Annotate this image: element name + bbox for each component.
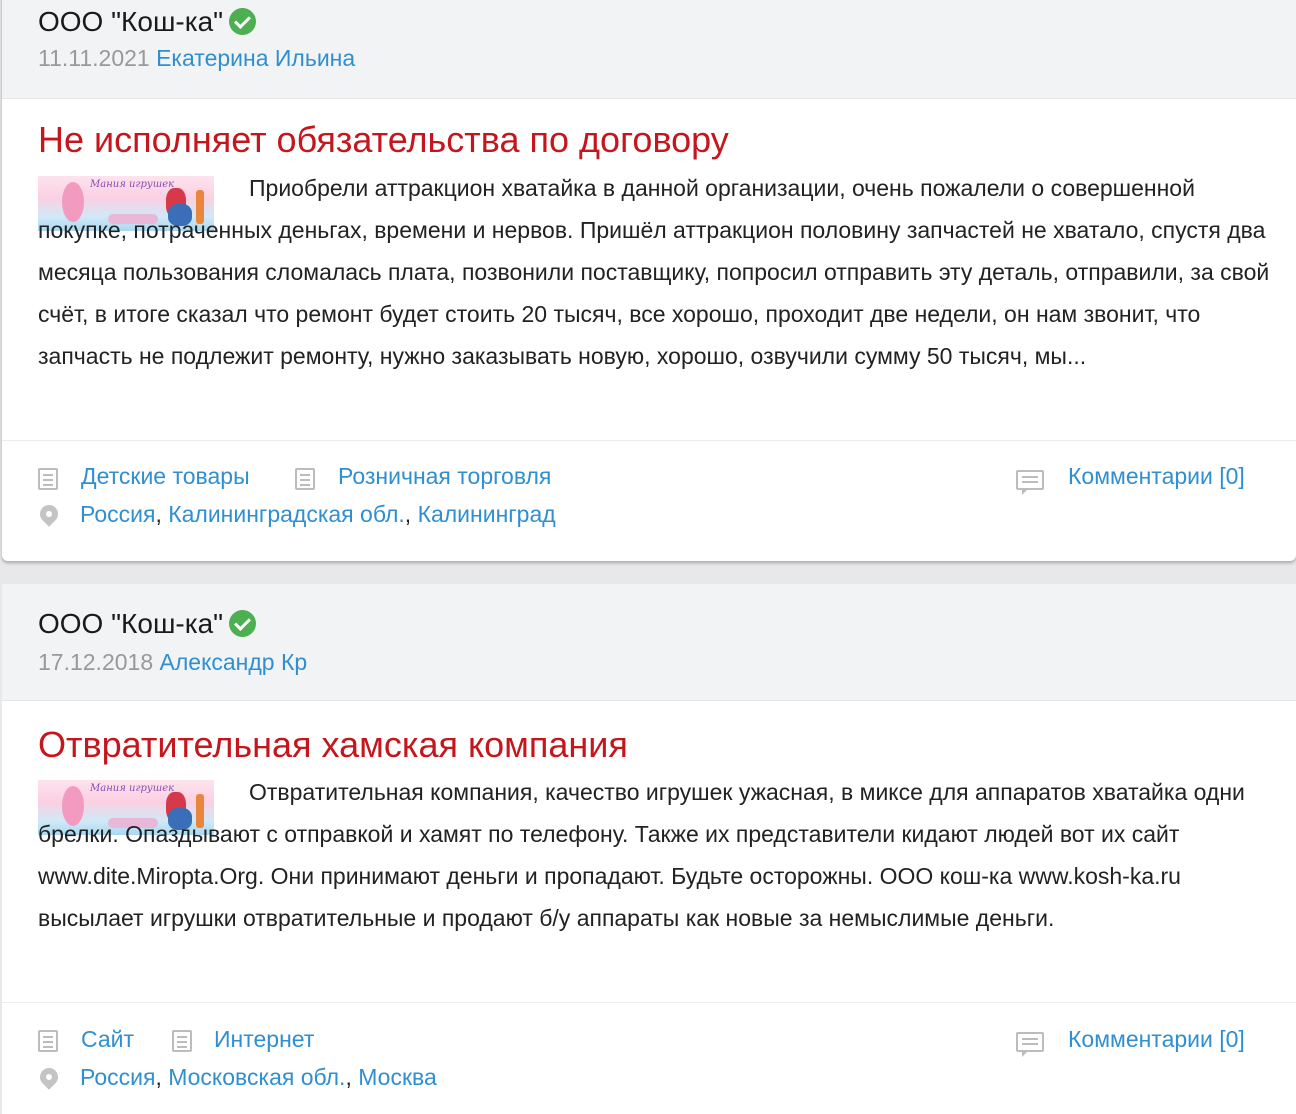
review-header [2,584,1296,701]
location: Россия, Калининградская обл., Калинингра… [80,503,556,526]
category-link[interactable]: Сайт [81,1028,134,1051]
comments-link[interactable]: Комментарии [0] [1068,465,1245,488]
company-name-text[interactable]: ООО "Кош-ка" [38,6,223,37]
comments-link[interactable]: Комментарии [0] [1068,1028,1245,1051]
category-icon [172,1030,192,1052]
category-icon [295,468,315,490]
city-link[interactable]: Калининград [418,501,556,527]
review-text: Приобрели аттракцион хватайка в данной о… [38,175,1270,369]
country-link[interactable]: Россия [80,1064,155,1090]
review-meta: 17.12.2018 Александр Кр [38,651,307,674]
review-date: 17.12.2018 [38,649,154,675]
company-name-text[interactable]: ООО "Кош-ка" [38,608,223,639]
verified-check-icon [229,610,257,637]
review-card: ООО "Кош-ка" 17.12.2018 Александр Кр Отв… [2,584,1296,1114]
separator: , [155,1064,169,1090]
company-name[interactable]: ООО "Кош-ка" [38,6,257,37]
separator: , [345,1064,359,1090]
location: Россия, Московская обл., Москва [80,1066,437,1089]
comments-icon [1016,1032,1044,1057]
city-link[interactable]: Москва [358,1064,437,1090]
separator: , [404,501,418,527]
category-link[interactable]: Розничная торговля [338,465,551,488]
review-title[interactable]: Не исполняет обязательства по договору [38,122,729,158]
category-link[interactable]: Интернет [214,1028,314,1051]
divider [2,1002,1296,1003]
verified-check-icon [229,8,257,35]
comments-icon [1016,470,1044,495]
region-link[interactable]: Калининградская обл. [168,501,405,527]
review-date: 11.11.2021 [38,45,150,71]
review-meta: 11.11.2021 Екатерина Ильина [38,47,355,70]
category-link[interactable]: Детские товары [81,465,250,488]
author-link[interactable]: Екатерина Ильина [156,45,355,71]
review-card: ООО "Кош-ка" 11.11.2021 Екатерина Ильина… [2,0,1296,561]
country-link[interactable]: Россия [80,501,155,527]
category-icon [38,1030,58,1052]
region-link[interactable]: Московская обл. [168,1064,345,1090]
review-text: Отвратительная компания, качество игруше… [38,779,1245,931]
company-name[interactable]: ООО "Кош-ка" [38,608,257,639]
location-pin-icon [36,501,62,527]
location-pin-icon [36,1064,62,1090]
review-title[interactable]: Отвратительная хамская компания [38,727,628,763]
author-link[interactable]: Александр Кр [160,649,308,675]
divider [2,440,1296,441]
category-icon [38,468,58,490]
separator: , [155,501,169,527]
